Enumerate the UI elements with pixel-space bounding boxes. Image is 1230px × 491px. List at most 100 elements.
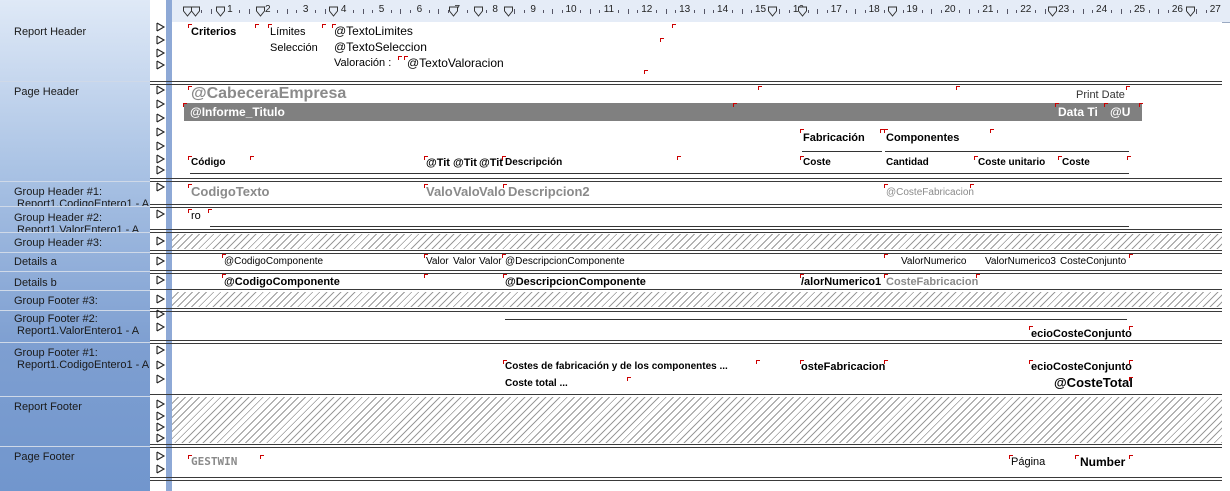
codigo-componente-field[interactable]: @CodigoComponente xyxy=(224,275,340,289)
band-marker-icon[interactable] xyxy=(155,294,169,304)
section-label-details-a[interactable]: Details a xyxy=(0,250,150,270)
codigo-column-header[interactable]: Código xyxy=(191,156,225,170)
page-number-field[interactable]: Number xyxy=(1080,455,1125,469)
band-marker-icon[interactable] xyxy=(155,236,169,246)
ruler-guide-marker[interactable] xyxy=(449,6,458,17)
costes-fabricacion-label[interactable]: Costes de fabricación y de los component… xyxy=(505,360,728,374)
data-time-field[interactable]: Data Ti xyxy=(1058,105,1098,119)
ruler-guide-marker[interactable] xyxy=(256,6,265,17)
componentes-label[interactable]: Componentes xyxy=(886,131,959,145)
valor-field-1[interactable]: Valo xyxy=(426,185,453,199)
ruler-guide-marker[interactable] xyxy=(888,6,897,17)
section-label-page-footer[interactable]: Page Footer xyxy=(0,445,150,485)
band-divider[interactable] xyxy=(150,270,1222,271)
coste-componentes-column-header[interactable]: Coste xyxy=(1062,156,1090,170)
gestwin-label[interactable]: GESTWIN xyxy=(191,455,237,469)
texto-valoracion-field[interactable]: @TextoValoracion xyxy=(407,56,504,70)
band-divider[interactable] xyxy=(150,477,1222,478)
band-marker-icon[interactable] xyxy=(155,165,169,175)
section-label-page-header[interactable]: Page Header xyxy=(0,80,150,180)
band-marker-icon[interactable] xyxy=(155,141,169,151)
band-marker-icon[interactable] xyxy=(155,275,169,285)
descripcion2-field[interactable]: Descripcion2 xyxy=(508,185,590,199)
informe-titulo-field[interactable]: @Informe_Titulo xyxy=(190,105,285,119)
band-marker-icon[interactable] xyxy=(155,60,169,70)
cabecera-empresa-field[interactable]: @CabeceraEmpresa xyxy=(191,85,346,103)
ro-field[interactable]: ro xyxy=(191,209,201,223)
ruler-guide-marker[interactable] xyxy=(329,6,338,17)
descripcion-column-header[interactable]: Descripción xyxy=(505,156,562,170)
informe-titulo-banner[interactable] xyxy=(184,103,1142,121)
coste-total-field[interactable]: @CosteTotal xyxy=(1054,376,1133,390)
band-marker-icon[interactable] xyxy=(155,374,169,384)
band-divider[interactable] xyxy=(150,204,1222,205)
valor-numerico-field[interactable]: ValorNumerico xyxy=(901,255,966,269)
descripcion-componente-field[interactable]: @DescripcionComponente xyxy=(505,255,625,269)
section-label-report-footer[interactable]: Report Footer xyxy=(0,395,150,445)
band-marker-icon[interactable] xyxy=(155,451,169,461)
band-marker-icon[interactable] xyxy=(155,35,169,45)
band-marker-icon[interactable] xyxy=(155,322,169,332)
band-marker-icon[interactable] xyxy=(155,113,169,123)
band-marker-icon[interactable] xyxy=(155,22,169,32)
band-marker-icon[interactable] xyxy=(155,154,169,164)
valor-field-2[interactable]: Valo xyxy=(453,185,480,199)
ruler-guide-marker[interactable] xyxy=(1048,6,1057,17)
section-label-group-header-1[interactable]: Group Header #1: Report1.CodigoEntero1 -… xyxy=(0,180,150,206)
band-marker-icon[interactable] xyxy=(155,422,169,432)
ruler-guide-marker[interactable] xyxy=(191,6,200,17)
band-marker-icon[interactable] xyxy=(155,85,169,95)
band-marker-icon[interactable] xyxy=(155,182,169,192)
band-marker-icon[interactable] xyxy=(155,433,169,443)
band-marker-icon[interactable] xyxy=(155,464,169,474)
precio-coste-conjunto-field[interactable]: ecioCosteConjunto xyxy=(1031,360,1132,374)
band-marker-icon[interactable] xyxy=(155,399,169,409)
valor-numerico-field[interactable]: /alorNumerico1 xyxy=(801,275,881,289)
band-divider[interactable] xyxy=(150,229,1222,230)
band-marker-icon[interactable] xyxy=(155,345,169,355)
codigo-componente-field[interactable]: @CodigoComponente xyxy=(224,255,323,269)
pagina-label[interactable]: Página xyxy=(1011,455,1045,469)
band-divider[interactable] xyxy=(150,178,1222,179)
band-report-footer[interactable] xyxy=(150,397,1222,443)
ruler-guide-marker[interactable] xyxy=(798,6,807,17)
band-group-footer-3[interactable] xyxy=(150,292,1222,307)
coste-fabricacion-column-header[interactable]: Coste xyxy=(803,156,831,170)
ruler-guide-marker[interactable] xyxy=(1186,6,1195,17)
band-marker-icon[interactable] xyxy=(155,360,169,370)
tit-column-header-1[interactable]: @Tit xyxy=(426,156,450,170)
user-field[interactable]: @U xyxy=(1110,105,1130,119)
band-group-header-3[interactable] xyxy=(150,234,1222,249)
ruler-guide-marker[interactable] xyxy=(474,6,483,17)
coste-fabricacion-field[interactable]: @CosteFabricacion xyxy=(886,186,974,200)
band-marker-icon[interactable] xyxy=(155,99,169,109)
coste-conjunto-field[interactable]: CosteConjunto xyxy=(1060,255,1126,269)
texto-seleccion-field[interactable]: @TextoSeleccion xyxy=(334,40,427,54)
band-marker-icon[interactable] xyxy=(155,48,169,58)
section-label-group-header-2[interactable]: Group Header #2: Report1.ValorEntero1 - … xyxy=(0,206,150,232)
section-label-group-footer-1[interactable]: Group Footer #1: Report1.CodigoEntero1 -… xyxy=(0,341,150,395)
section-label-group-footer-3[interactable]: Group Footer #3: xyxy=(0,289,150,309)
section-label-details-b[interactable]: Details b xyxy=(0,271,150,289)
valor-numerico3-field[interactable]: ValorNumerico3 xyxy=(985,255,1056,269)
coste-unitario-column-header[interactable]: Coste unitario xyxy=(978,156,1045,170)
print-date-field[interactable]: Print Date xyxy=(1076,88,1125,102)
seleccion-label[interactable]: Selección xyxy=(270,41,318,55)
fabricacion-label[interactable]: Fabricación xyxy=(803,131,865,145)
band-marker-icon[interactable] xyxy=(155,309,169,319)
band-marker-icon[interactable] xyxy=(155,127,169,137)
codigo-texto-field[interactable]: CodigoTexto xyxy=(191,185,269,199)
band-marker-icon[interactable] xyxy=(155,209,169,219)
band-divider[interactable] xyxy=(150,250,1222,251)
valor-field-1[interactable]: Valor xyxy=(426,255,449,269)
texto-limites-field[interactable]: @TextoLimites xyxy=(334,24,413,38)
section-label-group-footer-2[interactable]: Group Footer #2: Report1.ValorEntero1 - … xyxy=(0,307,150,343)
section-label-report-header[interactable]: Report Header xyxy=(0,20,150,80)
band-marker-icon[interactable] xyxy=(155,411,169,421)
coste-fabricacion-field[interactable]: CosteFabricacion xyxy=(886,275,978,289)
ruler-guide-marker[interactable] xyxy=(768,6,777,17)
valoracion-label[interactable]: Valoración : xyxy=(334,56,391,70)
band-divider[interactable] xyxy=(150,444,1222,445)
coste-total-label[interactable]: Coste total ... xyxy=(505,377,568,391)
coste-fabricacion-field[interactable]: osteFabricacion xyxy=(801,360,885,374)
